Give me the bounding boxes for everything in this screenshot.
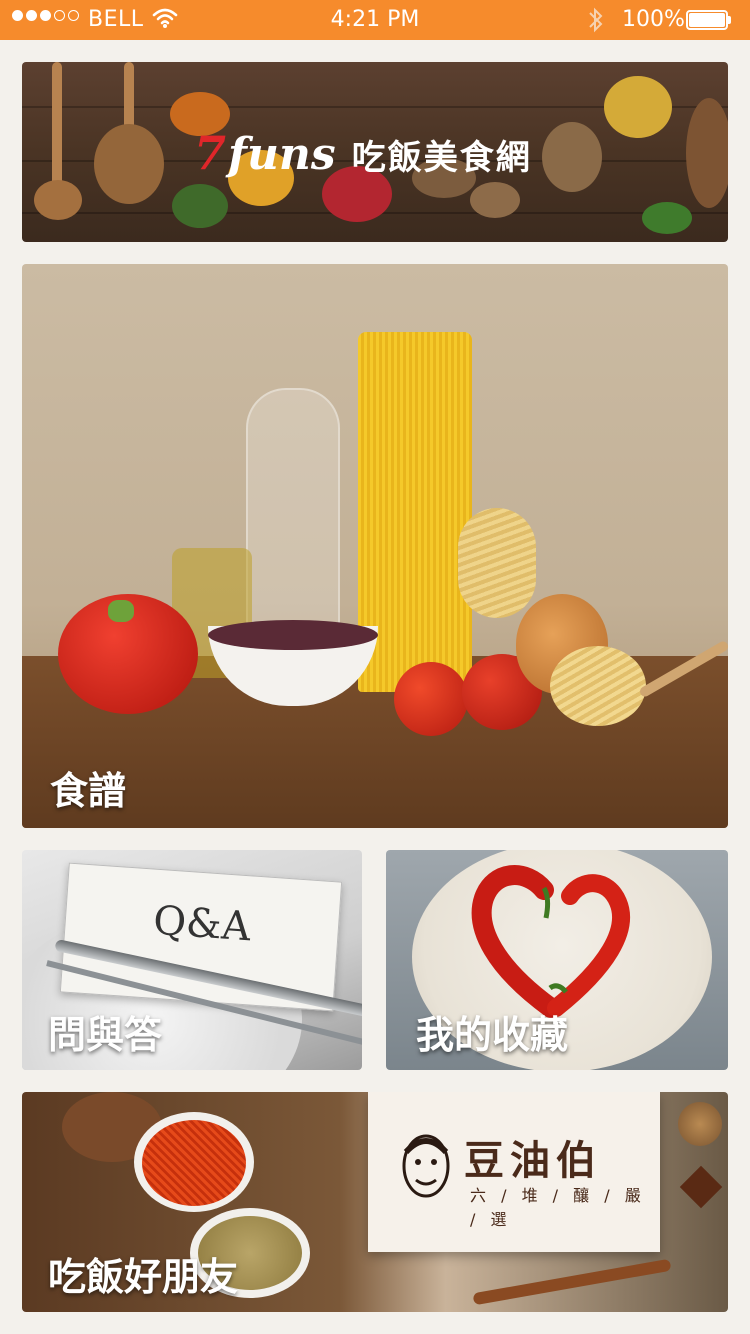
battery-percent: 100% bbox=[622, 7, 685, 32]
site-banner[interactable]: 7 funs 吃飯美食網 bbox=[22, 62, 728, 242]
brand-face-icon bbox=[402, 1134, 450, 1198]
recipes-tile[interactable]: 食譜 bbox=[22, 264, 728, 828]
qa-card-text: Q&A bbox=[151, 897, 253, 951]
battery-icon bbox=[686, 10, 732, 30]
qa-label: 問與答 bbox=[48, 1013, 163, 1057]
qa-tile[interactable]: Q&A 問與答 bbox=[22, 850, 362, 1070]
brand-tagline: 六 / 堆 / 釀 / 嚴 / 選 bbox=[470, 1186, 646, 1229]
friends-label: 吃飯好朋友 bbox=[48, 1255, 239, 1299]
favorites-label: 我的收藏 bbox=[416, 1013, 569, 1057]
site-name: 吃飯美食網 bbox=[351, 138, 532, 178]
recipes-label: 食譜 bbox=[50, 769, 127, 813]
bluetooth-icon bbox=[586, 5, 606, 41]
logo-number: 7 bbox=[194, 126, 227, 180]
logo-word: funs bbox=[228, 129, 336, 180]
7funs-logo: 7 funs 吃飯美食網 bbox=[194, 126, 532, 180]
favorites-tile[interactable]: 我的收藏 bbox=[386, 850, 728, 1070]
brand-title: 豆油伯 bbox=[464, 1137, 602, 1184]
status-bar: BELL 4:21 PM 100% bbox=[0, 0, 750, 40]
brand-card: 豆油伯 六 / 堆 / 釀 / 嚴 / 選 bbox=[368, 1092, 660, 1252]
qa-place-card: Q&A bbox=[59, 862, 343, 1012]
friends-tile[interactable]: 豆油伯 六 / 堆 / 釀 / 嚴 / 選 吃飯好朋友 bbox=[22, 1092, 728, 1312]
chili-heart-icon bbox=[471, 865, 631, 1018]
